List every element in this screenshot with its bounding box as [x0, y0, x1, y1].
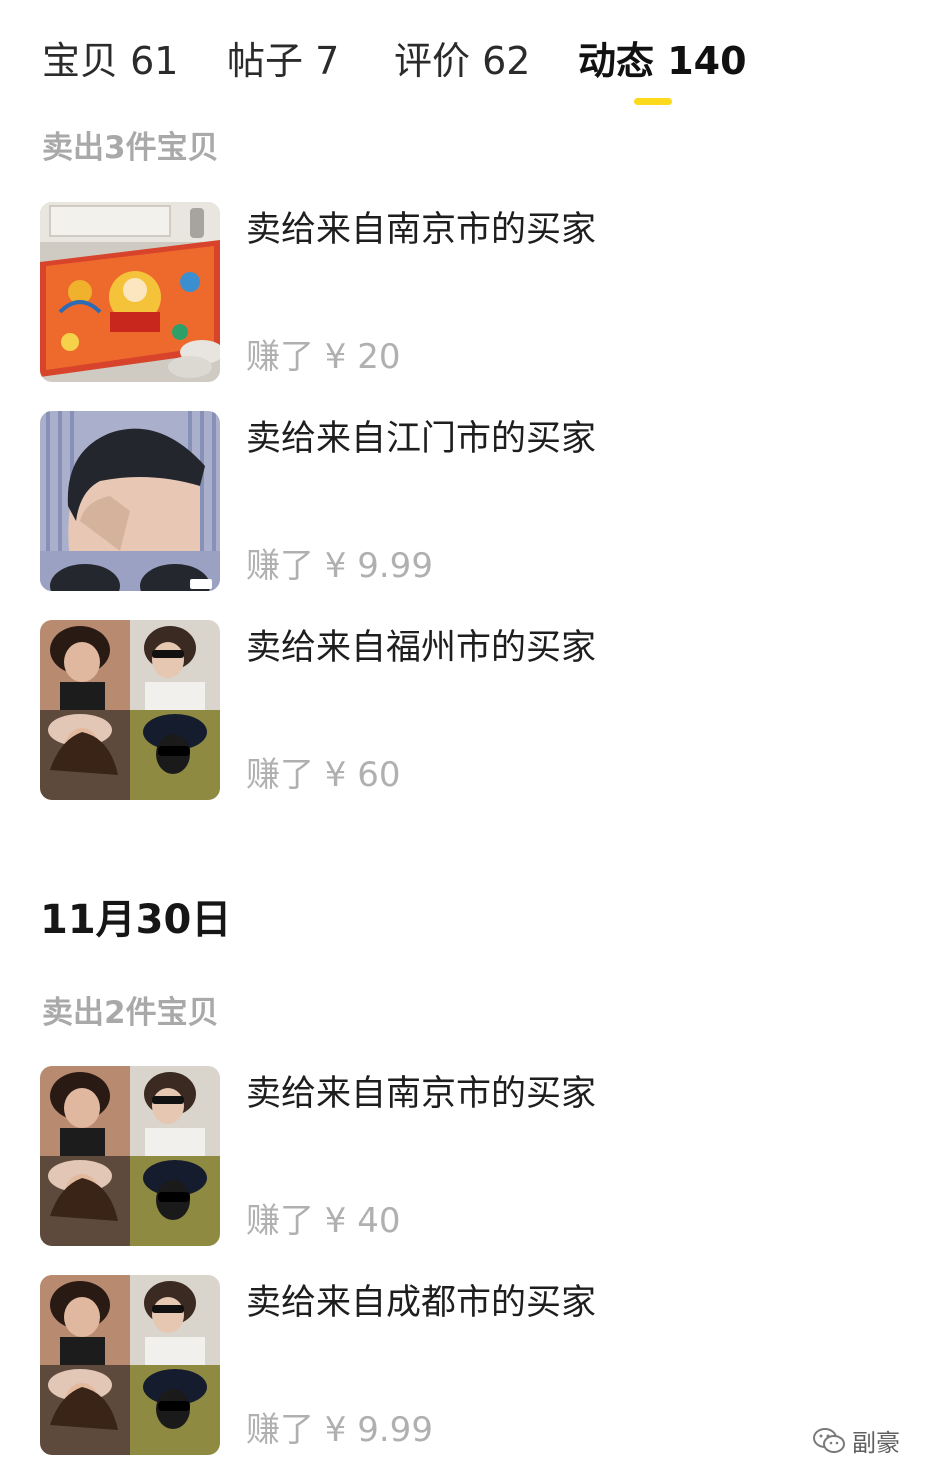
watermark: 副豪: [812, 1426, 900, 1460]
sold-summary: 卖出2件宝贝: [42, 995, 219, 1031]
list-item[interactable]: 卖给来自江门市的买家 赚了 ¥ 9.99: [40, 411, 900, 591]
portrait-collage-image: [40, 1066, 220, 1246]
item-earnings: 赚了 ¥ 20: [246, 337, 401, 377]
tab-reviews[interactable]: 评价 62: [394, 36, 530, 86]
item-title: 卖给来自成都市的买家: [246, 1283, 597, 1323]
portrait-collage-image: [40, 1275, 220, 1455]
item-earnings: 赚了 ¥ 60: [246, 755, 401, 795]
watermark-text: 副豪: [852, 1429, 900, 1457]
item-earnings: 赚了 ¥ 9.99: [246, 546, 433, 586]
list-item[interactable]: 卖给来自成都市的买家 赚了 ¥ 9.99: [40, 1275, 900, 1455]
item-earnings: 赚了 ¥ 9.99: [246, 1410, 433, 1450]
list-item[interactable]: 卖给来自南京市的买家 赚了 ¥ 40: [40, 1066, 900, 1246]
item-title: 卖给来自南京市的买家: [246, 1074, 597, 1114]
tab-posts[interactable]: 帖子 7: [227, 36, 339, 86]
list-item[interactable]: 卖给来自福州市的买家 赚了 ¥ 60: [40, 620, 900, 800]
sold-summary: 卖出3件宝贝: [42, 130, 219, 166]
active-tab-indicator: [634, 98, 672, 105]
item-title: 卖给来自福州市的买家: [246, 628, 597, 668]
tab-items[interactable]: 宝贝 61: [42, 36, 178, 86]
item-title: 卖给来自南京市的买家: [246, 210, 597, 250]
item-title: 卖给来自江门市的买家: [246, 419, 597, 459]
tab-activity[interactable]: 动态 140: [578, 36, 747, 86]
doormat-image: [40, 202, 220, 382]
wechat-icon: [812, 1427, 846, 1459]
haircut-image: [40, 411, 220, 591]
item-earnings: 赚了 ¥ 40: [246, 1201, 401, 1241]
list-item[interactable]: 卖给来自南京市的买家 赚了 ¥ 20: [40, 202, 900, 382]
portrait-collage-image: [40, 620, 220, 800]
date-heading: 11月30日: [40, 897, 232, 943]
activity-page: 宝贝 61 帖子 7 评价 62 动态 140 卖出3件宝贝 卖给来自南京市的买…: [0, 0, 933, 1483]
